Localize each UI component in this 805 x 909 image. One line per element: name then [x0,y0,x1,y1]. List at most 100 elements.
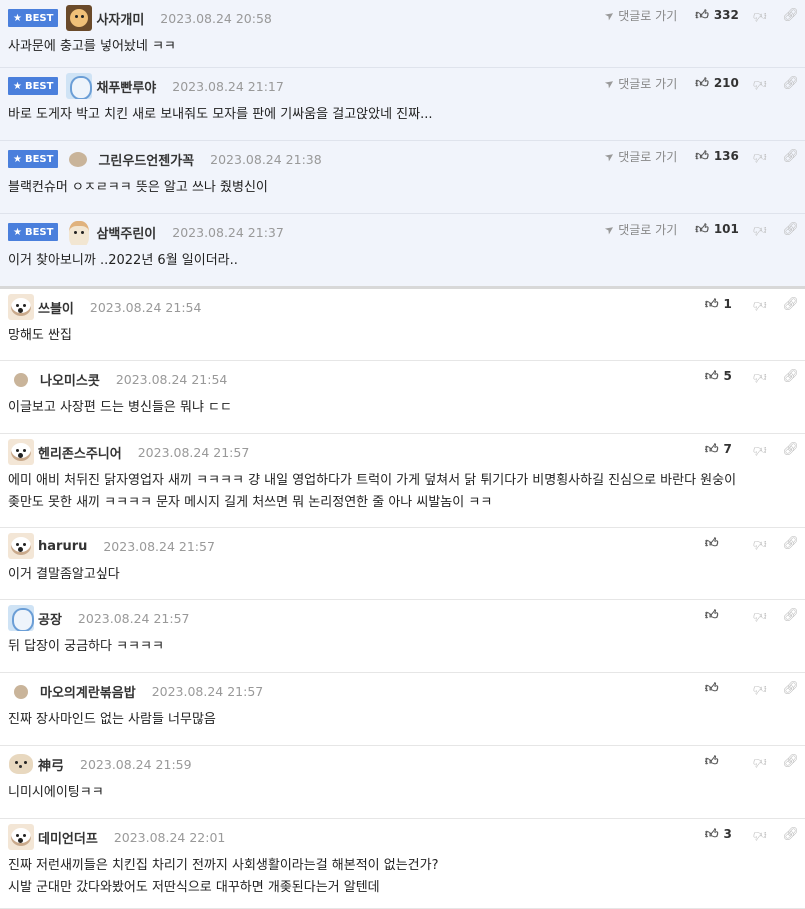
star-icon: ★ [13,80,22,92]
like-count: 210 [713,76,739,90]
best-badge: ★ BEST [8,223,59,241]
nickname[interactable]: 쓰블이 [38,298,74,317]
nickname[interactable]: 마오의계란볶음밥 [40,682,136,701]
timestamp: 2023.08.24 21:37 [172,224,284,240]
thumbs-down-icon[interactable]: 👍︎ [753,149,767,164]
avatar[interactable] [68,146,90,172]
avatar[interactable] [8,533,34,559]
comment: 나오미스콧 2023.08.24 21:54 👍︎ 5 👍︎ 🔗︎ 이글보고 사장… [0,361,805,434]
avatar[interactable] [66,219,92,245]
like-button[interactable]: 👍︎ 210 [695,76,739,91]
comment-header: 데미언더프 2023.08.24 22:01 [8,819,797,855]
comment-header: 공장 2023.08.24 21:57 [8,600,797,636]
like-button[interactable]: 👍︎ 332 [695,8,739,23]
go-to-reply-link[interactable]: ➤ 댓글로 가기 [602,148,677,165]
nickname[interactable]: 神弓 [38,755,64,774]
like-button[interactable]: 👍︎ 1 [705,297,739,312]
avatar[interactable] [66,5,93,31]
comment: 데미언더프 2023.08.24 22:01 👍︎ 3 👍︎ 🔗︎ 진짜 저런새끼… [0,819,805,909]
share-link-icon[interactable]: 🔗︎ [782,8,799,23]
like-button[interactable]: 👍︎ [705,608,739,623]
thumbs-down-icon[interactable]: 👍︎ [753,8,767,23]
thumbs-down-icon[interactable]: 👍︎ [753,754,767,769]
comment-text: 바로 도게자 박고 치킨 새로 보내줘도 모자를 판에 기싸움을 걸고앉았네 진… [8,107,433,122]
avatar[interactable] [10,678,32,704]
nickname[interactable]: haruru [38,539,87,554]
comment-actions: 👍︎ 👍︎ 🔗︎ [705,752,799,770]
thumbs-up-icon: 👍︎ [695,7,709,23]
thumbs-down-icon[interactable]: 👍︎ [753,827,767,842]
share-link-icon[interactable]: 🔗︎ [782,442,799,457]
star-icon: ★ [13,12,22,24]
avatar[interactable] [8,751,34,777]
arrow-icon: ➤ [602,7,618,23]
share-link-icon[interactable]: 🔗︎ [782,681,799,696]
comment-actions: ➤ 댓글로 가기 👍︎ 332 👍︎ 🔗︎ [602,6,799,24]
thumbs-down-icon[interactable]: 👍︎ [753,76,767,91]
thumbs-up-icon: 👍︎ [704,535,719,551]
nickname[interactable]: 그린우드언젠가꼭 [98,150,194,169]
nickname[interactable]: 데미언더프 [38,828,98,847]
share-link-icon[interactable]: 🔗︎ [782,608,799,623]
avatar[interactable] [8,294,34,320]
comment-header: 마오의계란볶음밥 2023.08.24 21:57 [8,673,797,709]
nickname[interactable]: 헨리존스주니어 [38,443,122,462]
comment: 헨리존스주니어 2023.08.24 21:57 👍︎ 7 👍︎ 🔗︎ 에미 애비… [0,434,805,528]
share-link-icon[interactable]: 🔗︎ [782,76,799,91]
like-button[interactable]: 👍︎ 3 [705,827,739,842]
thumbs-down-icon[interactable]: 👍︎ [753,222,767,237]
comment-header: 헨리존스주니어 2023.08.24 21:57 [8,434,797,470]
nickname[interactable]: 사자개미 [96,9,144,28]
like-button[interactable]: 👍︎ 5 [705,369,739,384]
share-link-icon[interactable]: 🔗︎ [782,754,799,769]
share-link-icon[interactable]: 🔗︎ [782,536,799,551]
nickname[interactable]: 채푸빤루야 [96,77,156,96]
like-button[interactable]: 👍︎ 136 [695,149,739,164]
comment-actions: ➤ 댓글로 가기 👍︎ 210 👍︎ 🔗︎ [602,74,799,92]
comment-actions: 👍︎ 1 👍︎ 🔗︎ [705,295,799,313]
nickname[interactable]: 삼백주린이 [96,223,156,242]
thumbs-down-icon[interactable]: 👍︎ [753,608,767,623]
like-count: 136 [713,149,739,163]
like-button[interactable]: 👍︎ 7 [705,442,739,457]
timestamp: 2023.08.24 20:58 [160,10,272,26]
avatar[interactable] [8,824,34,850]
avatar[interactable] [8,439,34,465]
like-button[interactable]: 👍︎ 101 [695,222,739,237]
timestamp: 2023.08.24 21:54 [115,371,228,387]
thumbs-up-icon: 👍︎ [704,296,719,312]
share-link-icon[interactable]: 🔗︎ [782,297,799,312]
comment-text: 사과문에 충고를 넣어놨네 ㅋㅋ [8,39,176,54]
nickname[interactable]: 공장 [38,609,62,628]
comment-list: ★ BEST 사자개미 2023.08.24 20:58 ➤ 댓글로 가기 👍︎ 33… [0,0,805,909]
like-button[interactable]: 👍︎ [705,754,739,769]
comment-actions: 👍︎ 3 👍︎ 🔗︎ [705,825,799,843]
avatar[interactable] [8,605,34,631]
share-link-icon[interactable]: 🔗︎ [782,149,799,164]
thumbs-down-icon[interactable]: 👍︎ [753,442,767,457]
go-to-reply-link[interactable]: ➤ 댓글로 가기 [602,75,677,92]
thumbs-down-icon[interactable]: 👍︎ [753,536,767,551]
comment-actions: 👍︎ 5 👍︎ 🔗︎ [705,367,799,385]
thumbs-down-icon[interactable]: 👍︎ [753,369,767,384]
share-link-icon[interactable]: 🔗︎ [782,827,799,842]
avatar[interactable] [10,366,32,392]
comment-text: 니미시에이팅ㅋㅋ [8,785,104,800]
share-link-icon[interactable]: 🔗︎ [782,369,799,384]
go-to-reply-link[interactable]: ➤ 댓글로 가기 [602,221,677,238]
like-button[interactable]: 👍︎ [705,536,739,551]
comment: 神弓 2023.08.24 21:59 👍︎ 👍︎ 🔗︎ 니미시에이팅ㅋㅋ [0,746,805,819]
thumbs-down-icon[interactable]: 👍︎ [753,681,767,696]
comment-text: 진짜 장사마인드 없는 사람들 너무많음 [8,712,216,727]
like-count: 3 [723,827,732,841]
comment-actions: ➤ 댓글로 가기 👍︎ 101 👍︎ 🔗︎ [602,220,799,238]
comment-text: 진짜 저런새끼들은 치킨집 차리기 전까지 사회생활이라는걸 해본적이 없는건가… [8,858,439,895]
nickname[interactable]: 나오미스콧 [40,370,100,389]
go-to-reply-link[interactable]: ➤ 댓글로 가기 [602,7,677,24]
avatar[interactable] [66,73,93,99]
comment-header: 神弓 2023.08.24 21:59 [8,746,797,782]
thumbs-up-icon: 👍︎ [704,753,719,769]
share-link-icon[interactable]: 🔗︎ [782,222,799,237]
thumbs-down-icon[interactable]: 👍︎ [753,297,767,312]
like-button[interactable]: 👍︎ [705,681,739,696]
